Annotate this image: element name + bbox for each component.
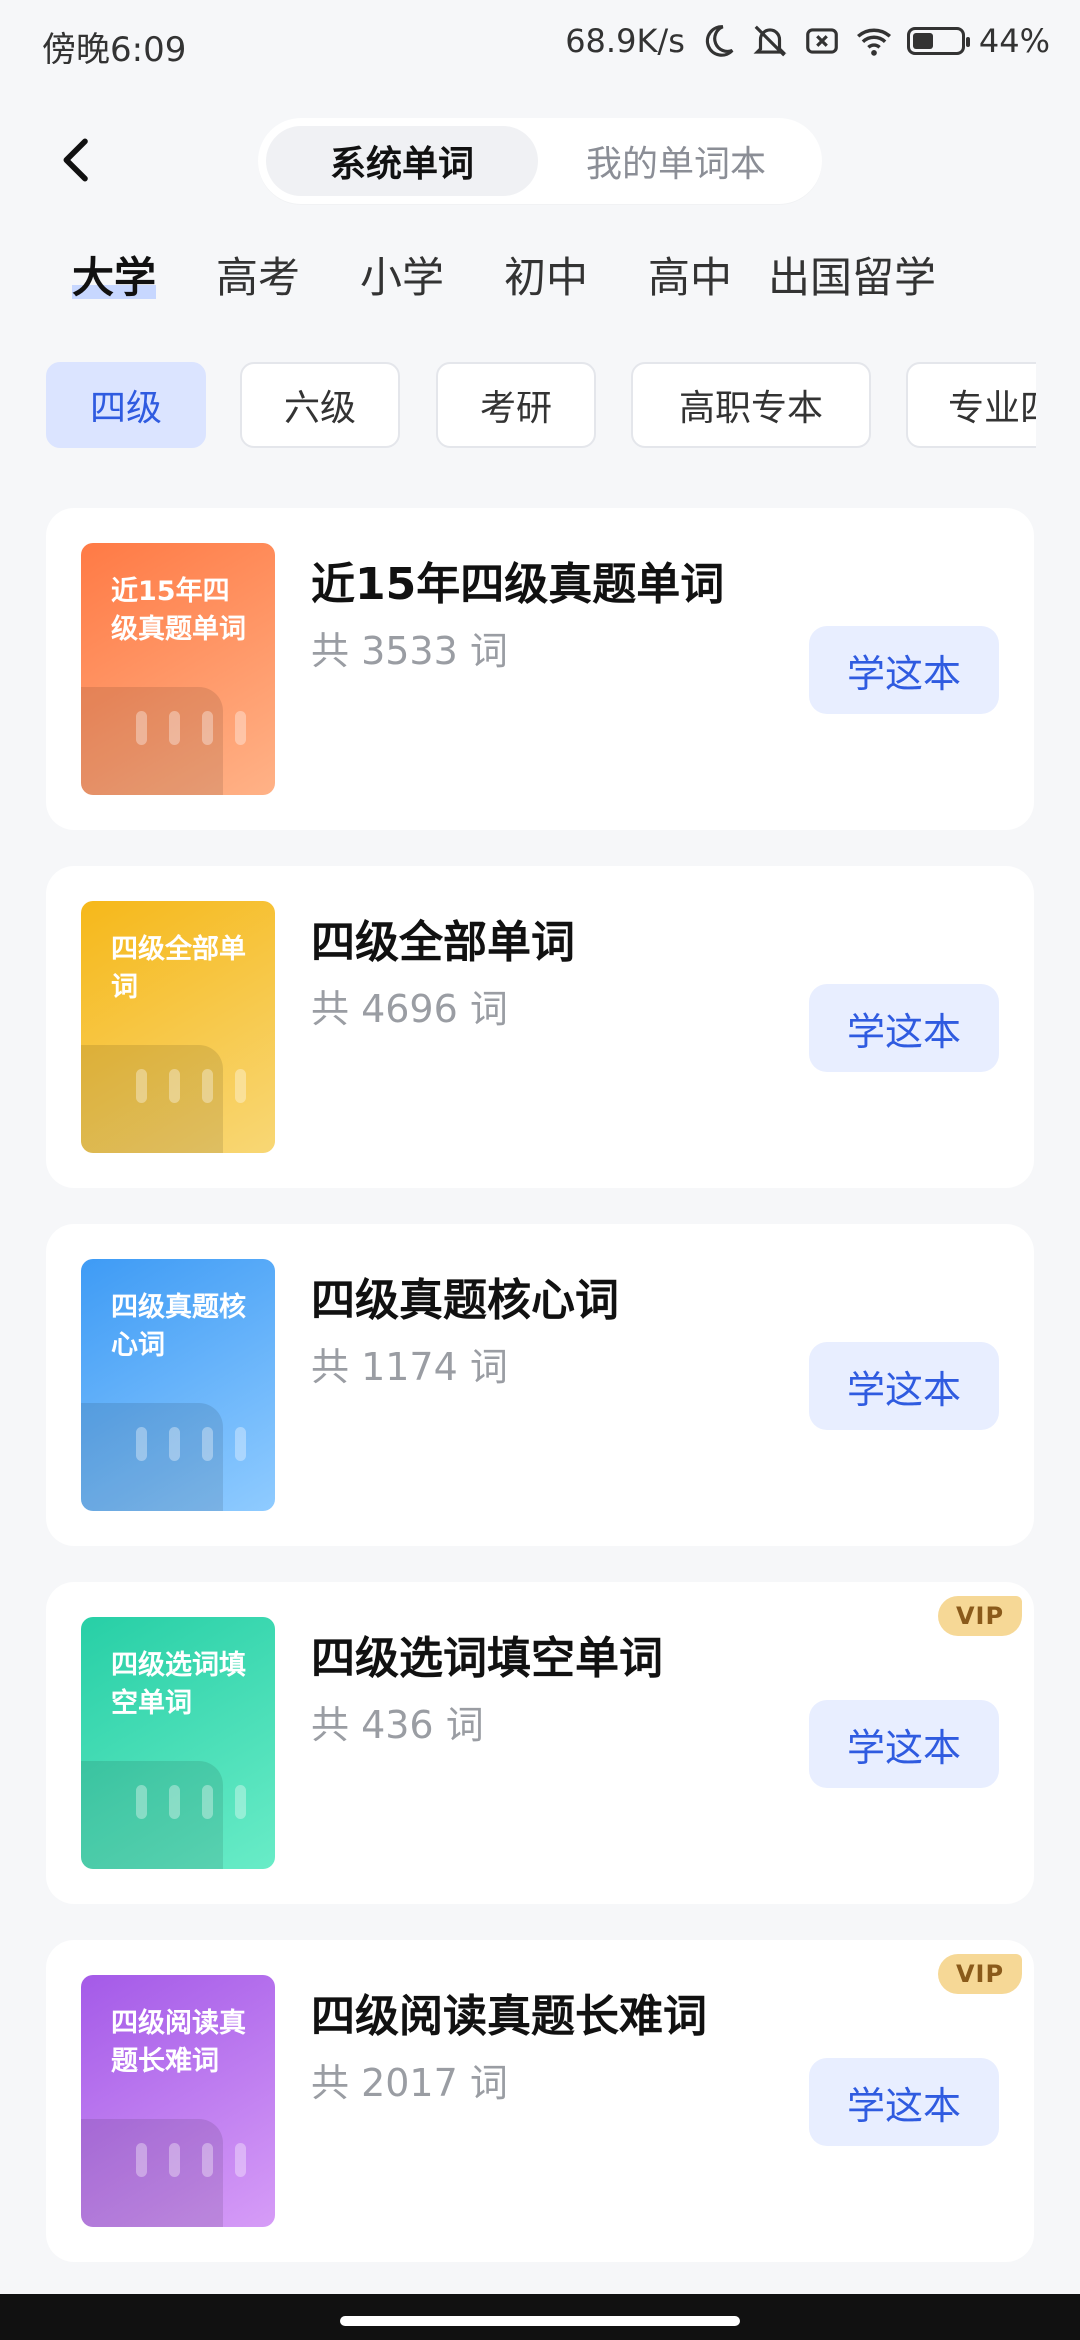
book-cover: 四级阅读真题长难词 [81, 1975, 275, 2227]
level-tab-university[interactable]: 大学 [72, 244, 157, 305]
book-cover-bars [136, 1069, 246, 1103]
book-word-count: 共 436 词 [311, 1703, 484, 1747]
learn-this-book-button[interactable]: 学这本 [809, 984, 999, 1072]
level-tab-label: 大学 [72, 253, 157, 302]
sim-x-icon [806, 28, 838, 54]
book-title: 四级真题核心词 [311, 1275, 619, 1326]
book-word-count: 共 1174 词 [311, 1345, 508, 1389]
book-cover: 四级全部单词 [81, 901, 275, 1153]
wordbook-card[interactable]: 近15年四级真题单词 近15年四级真题单词 共 3533 词 学这本 [46, 508, 1034, 830]
level-tab-primary[interactable]: 小学 [360, 244, 444, 305]
book-cover-bars [136, 711, 246, 745]
status-right: 68.9K/s 44% [565, 22, 1050, 60]
network-speed: 68.9K/s [565, 22, 685, 60]
book-title: 四级全部单词 [311, 917, 575, 968]
status-time: 傍晚6:09 [42, 30, 187, 70]
learn-this-book-button[interactable]: 学这本 [809, 2058, 999, 2146]
wordbook-card[interactable]: 四级选词填空单词 四级选词填空单词 共 436 词 学这本 VIP [46, 1582, 1034, 1904]
battery-percent: 44% [978, 22, 1050, 60]
book-word-count: 共 2017 词 [311, 2061, 508, 2105]
book-cover-title: 四级选词填空单词 [111, 1650, 246, 1719]
gesture-bar [0, 2294, 1080, 2340]
book-cover-title: 近15年四级真题单词 [111, 576, 246, 645]
chip-cet6[interactable]: 六级 [240, 362, 400, 448]
level-tab-junior-high[interactable]: 初中 [504, 244, 588, 305]
book-cover: 四级真题核心词 [81, 1259, 275, 1511]
battery-icon [906, 27, 970, 55]
learn-this-book-button[interactable]: 学这本 [809, 1700, 999, 1788]
book-word-count: 共 3533 词 [311, 629, 508, 673]
book-cover-title: 四级真题核心词 [111, 1292, 246, 1361]
learn-this-book-button[interactable]: 学这本 [809, 1342, 999, 1430]
tab-my-wordbook[interactable]: 我的单词本 [540, 126, 812, 196]
wordbook-source-switch: 系统单词 我的单词本 [258, 118, 822, 204]
book-title: 四级阅读真题长难词 [311, 1991, 707, 2042]
vip-badge: VIP [938, 1954, 1022, 1994]
book-cover-title: 四级阅读真题长难词 [111, 2008, 246, 2077]
book-cover-bars [136, 2143, 246, 2177]
wordbook-card[interactable]: 四级真题核心词 四级真题核心词 共 1174 词 学这本 [46, 1224, 1034, 1546]
back-chevron-icon[interactable] [50, 132, 106, 188]
level-tab-study-abroad[interactable]: 出国留学 [768, 244, 936, 305]
book-cover: 近15年四级真题单词 [81, 543, 275, 795]
chip-cet4[interactable]: 四级 [46, 362, 206, 448]
tab-system-words[interactable]: 系统单词 [266, 126, 538, 196]
wifi-icon [856, 28, 891, 56]
book-cover-title: 四级全部单词 [111, 934, 246, 1003]
moon-icon [705, 25, 734, 57]
chip-postgraduate[interactable]: 考研 [436, 362, 596, 448]
exam-chips: 四级 六级 考研 高职专本 专业四 [46, 362, 1036, 450]
book-cover-bars [136, 1785, 246, 1819]
learn-this-book-button[interactable]: 学这本 [809, 626, 999, 714]
book-cover-bars [136, 1427, 246, 1461]
level-tab-gaokao[interactable]: 高考 [216, 244, 300, 305]
mute-bell-icon [753, 25, 787, 57]
book-cover: 四级选词填空单词 [81, 1617, 275, 1869]
wordbook-card[interactable]: 四级全部单词 四级全部单词 共 4696 词 学这本 [46, 866, 1034, 1188]
level-tab-senior-high[interactable]: 高中 [648, 244, 732, 305]
chip-vocational[interactable]: 高职专本 [631, 362, 871, 448]
book-title: 四级选词填空单词 [311, 1633, 663, 1684]
book-title: 近15年四级真题单词 [311, 559, 725, 610]
wordbook-card[interactable]: 四级阅读真题长难词 四级阅读真题长难词 共 2017 词 学这本 VIP [46, 1940, 1034, 2262]
home-indicator[interactable] [340, 2316, 740, 2326]
chip-tem4[interactable]: 专业四 [906, 362, 1036, 448]
vip-badge: VIP [938, 1596, 1022, 1636]
status-bar: 傍晚6:09 68.9K/s 44% [0, 0, 1080, 92]
book-word-count: 共 4696 词 [311, 987, 508, 1031]
